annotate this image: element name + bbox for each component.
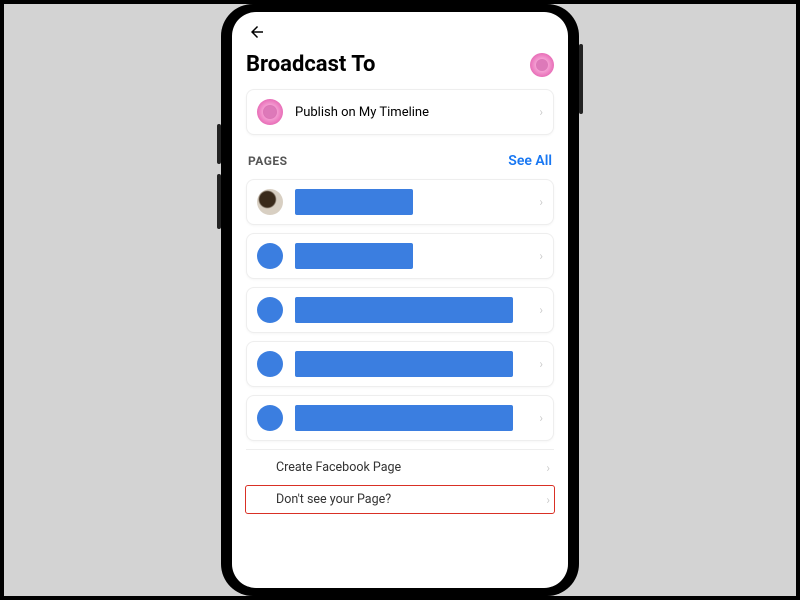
page-avatar-icon <box>257 243 283 269</box>
page-avatar-icon <box>257 351 283 377</box>
pages-section-header: PAGES See All <box>246 153 554 169</box>
screen: Broadcast To Publish on My Timeline › PA… <box>232 12 568 588</box>
volume-down-button <box>217 174 221 229</box>
page-item[interactable]: › <box>246 395 554 441</box>
chevron-right-icon: › <box>546 493 550 507</box>
page-avatar-icon <box>257 405 283 431</box>
phone-frame: Broadcast To Publish on My Timeline › PA… <box>221 4 579 596</box>
redacted-page-name <box>295 189 413 215</box>
pages-label: PAGES <box>248 154 288 168</box>
page-avatar-icon <box>257 189 283 215</box>
dont-see-page-link[interactable]: Don't see your Page? › <box>245 485 555 514</box>
publish-timeline-label: Publish on My Timeline <box>295 105 533 120</box>
chevron-right-icon: › <box>539 411 543 425</box>
redacted-page-name <box>295 243 413 269</box>
profile-avatar[interactable] <box>530 53 554 77</box>
chevron-right-icon: › <box>539 249 543 263</box>
create-page-label: Create Facebook Page <box>276 460 401 475</box>
redacted-page-name <box>295 297 513 323</box>
header: Broadcast To <box>246 52 554 77</box>
timeline-avatar-icon <box>257 99 283 125</box>
volume-up-button <box>217 124 221 164</box>
page-item[interactable]: › <box>246 287 554 333</box>
chevron-right-icon: › <box>539 195 543 209</box>
redacted-page-name <box>295 405 513 431</box>
arrow-left-icon <box>246 23 268 41</box>
page-title: Broadcast To <box>246 52 375 77</box>
back-button[interactable] <box>246 22 270 46</box>
power-button <box>579 44 583 114</box>
dont-see-page-label: Don't see your Page? <box>276 492 391 507</box>
see-all-link[interactable]: See All <box>508 153 552 169</box>
chevron-right-icon: › <box>539 105 543 119</box>
page-item[interactable]: › <box>246 179 554 225</box>
publish-timeline-option[interactable]: Publish on My Timeline › <box>246 89 554 135</box>
create-page-link[interactable]: Create Facebook Page › <box>246 449 554 485</box>
page-item[interactable]: › <box>246 233 554 279</box>
chevron-right-icon: › <box>539 303 543 317</box>
chevron-right-icon: › <box>546 461 550 475</box>
page-item[interactable]: › <box>246 341 554 387</box>
page-avatar-icon <box>257 297 283 323</box>
chevron-right-icon: › <box>539 357 543 371</box>
redacted-page-name <box>295 351 513 377</box>
